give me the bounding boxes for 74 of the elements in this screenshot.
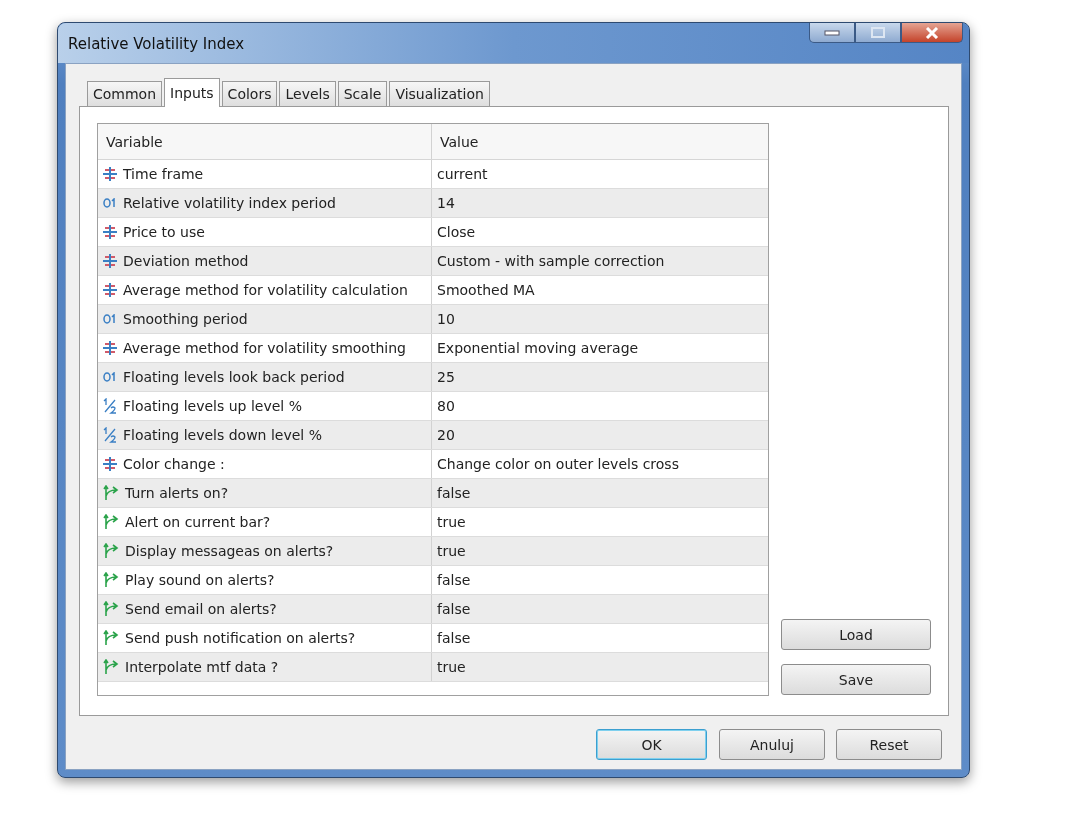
value-cell: 25 xyxy=(437,369,455,385)
fraction-icon xyxy=(103,398,117,414)
value-cell: 10 xyxy=(437,311,455,327)
branch-arrow-icon xyxy=(103,485,119,501)
value-cell: false xyxy=(437,572,471,588)
variable-cell: Smoothing period xyxy=(123,311,248,327)
branch-arrow-icon xyxy=(103,659,119,675)
variable-cell: Turn alerts on? xyxy=(125,485,229,501)
list-icon xyxy=(103,341,117,355)
dialog-button[interactable]: OK xyxy=(596,729,707,760)
branch-arrow-icon xyxy=(103,514,119,530)
variable-cell: Play sound on alerts? xyxy=(125,572,275,588)
variable-cell: Color change : xyxy=(123,456,225,472)
list-icon xyxy=(103,283,117,297)
variable-cell: Relative volatility index period xyxy=(123,195,336,211)
side-button[interactable]: Load xyxy=(781,619,931,650)
window-title: Relative Volatility Index xyxy=(68,35,245,53)
value-cell: true xyxy=(437,514,466,530)
maximize-button[interactable] xyxy=(855,23,901,43)
variable-cell: Average method for volatility smoothing xyxy=(123,340,406,356)
close-icon xyxy=(925,26,939,39)
value-cell: true xyxy=(437,543,466,559)
value-cell: current xyxy=(437,166,488,182)
minimize-icon xyxy=(824,29,840,36)
branch-arrow-icon xyxy=(103,543,119,559)
branch-arrow-icon xyxy=(103,601,119,617)
value-cell: Exponential moving average xyxy=(437,340,639,356)
value-cell: false xyxy=(437,601,471,617)
integer-icon xyxy=(103,198,117,208)
list-icon xyxy=(103,167,117,181)
variable-cell: Floating levels up level % xyxy=(123,398,302,414)
variable-cell: Alert on current bar? xyxy=(125,514,271,530)
variable-cell: Floating levels down level % xyxy=(123,427,322,443)
list-icon xyxy=(103,225,117,239)
value-cell: false xyxy=(437,630,471,646)
value-cell: Custom - with sample correction xyxy=(437,253,665,269)
tab[interactable]: Levels xyxy=(279,81,336,106)
variable-cell: Time frame xyxy=(123,166,204,182)
dialog-button[interactable]: Anuluj xyxy=(719,729,825,760)
value-cell: false xyxy=(437,485,471,501)
tab[interactable]: Common xyxy=(87,81,163,106)
value-cell: 80 xyxy=(437,398,455,414)
variable-cell: Display messageas on alerts? xyxy=(125,543,334,559)
value-cell: Change color on outer levels cross xyxy=(437,456,679,472)
tab[interactable]: Scale xyxy=(337,81,388,106)
variable-cell: Interpolate mtf data ? xyxy=(125,659,279,675)
integer-icon xyxy=(103,372,117,382)
value-cell: 14 xyxy=(437,195,455,211)
dialog-button[interactable]: Reset xyxy=(836,729,942,760)
side-button[interactable]: Save xyxy=(781,664,931,695)
integer-icon xyxy=(103,314,117,324)
column-header[interactable]: Variable xyxy=(98,124,432,159)
column-header[interactable]: Value xyxy=(432,124,768,159)
variable-cell: Average method for volatility calculation xyxy=(123,282,408,298)
variable-cell: Deviation method xyxy=(123,253,249,269)
variable-cell: Send email on alerts? xyxy=(125,601,277,617)
tab[interactable]: Inputs xyxy=(164,78,220,107)
list-icon xyxy=(103,457,117,471)
maximize-icon xyxy=(871,27,885,38)
branch-arrow-icon xyxy=(103,572,119,588)
variable-cell: Price to use xyxy=(123,224,205,240)
tab[interactable]: Visualization xyxy=(389,81,490,106)
variable-cell: Floating levels look back period xyxy=(123,369,345,385)
close-button[interactable] xyxy=(901,23,963,43)
list-icon xyxy=(103,254,117,268)
value-cell: Close xyxy=(437,224,476,240)
branch-arrow-icon xyxy=(103,630,119,646)
value-cell: Smoothed MA xyxy=(437,282,535,298)
fraction-icon xyxy=(103,427,117,443)
minimize-button[interactable] xyxy=(809,23,855,43)
variable-cell: Send push notification on alerts? xyxy=(125,630,356,646)
tab[interactable]: Colors xyxy=(221,81,278,106)
value-cell: true xyxy=(437,659,466,675)
value-cell: 20 xyxy=(437,427,455,443)
